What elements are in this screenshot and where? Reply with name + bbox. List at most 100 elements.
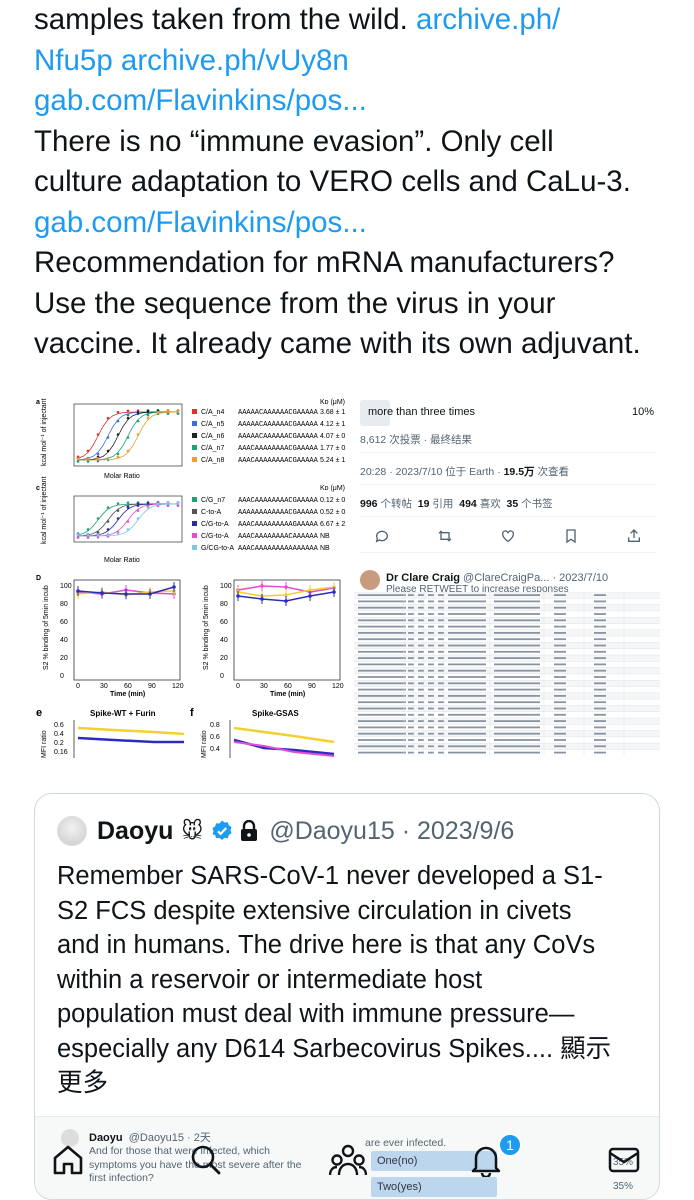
table-cell (428, 688, 434, 691)
like-icon[interactable] (500, 528, 516, 544)
table-cell (594, 751, 606, 754)
x-tick: 0 (76, 683, 80, 690)
table-cell (438, 726, 444, 729)
itc-point (176, 504, 180, 507)
legend-marker (192, 497, 197, 502)
table-cell (594, 732, 606, 735)
table-cell (438, 682, 444, 685)
table-cell (594, 669, 606, 672)
table-cell (408, 676, 414, 678)
archive-link[interactable]: archive.ph/ (416, 3, 560, 36)
table-cell (428, 644, 434, 647)
itc-point (76, 457, 80, 460)
table-cell (594, 594, 606, 596)
poll-option-row: more than three times 10% (360, 400, 660, 426)
media-poll-screenshot[interactable]: more than three times 10% 8,612 次投票 · 最终… (354, 392, 660, 564)
tweet-line-text: samples taken from the wild. (34, 3, 417, 36)
legend-name: C/A_n5 (201, 421, 224, 428)
itc-point (166, 409, 170, 413)
table-cell (554, 657, 566, 659)
table-cell (594, 739, 606, 741)
table-cell (418, 606, 424, 609)
table-cell (428, 638, 434, 641)
table-cell (358, 625, 406, 628)
table-cell (554, 638, 566, 641)
table-cell (428, 676, 434, 678)
table-cell (408, 594, 414, 596)
table-cell (438, 625, 444, 628)
table-cell (428, 701, 434, 704)
nav-messages[interactable] (604, 1140, 644, 1180)
table-cell (358, 726, 406, 729)
table-cell (418, 644, 424, 647)
table-cell (418, 638, 424, 641)
y-tick-f: 0.6 (210, 734, 220, 741)
title-f: Spike-GSAS (252, 709, 299, 718)
reply-icon[interactable] (374, 528, 390, 544)
media-grid[interactable]: a c Molar Ratio Molar Ratio kcal mol⁻¹ o… (34, 392, 660, 758)
table-cell (438, 594, 444, 596)
y-tick: 80 (60, 601, 68, 608)
table-cell (554, 720, 566, 722)
table-cell (594, 644, 606, 647)
table-cell (428, 657, 434, 659)
notification-badge: 1 (498, 1133, 522, 1157)
nav-home[interactable] (48, 1140, 88, 1180)
nav-search[interactable] (186, 1140, 226, 1180)
media-table-screenshot[interactable]: Dr Clare Craig @ClareCraigPa... · 2023/7… (354, 570, 660, 758)
table-cell (448, 701, 486, 704)
table-cell (554, 676, 566, 678)
table-cell (418, 751, 424, 754)
legend-sequence: AAAAACAAAAAACGAAAAA (238, 421, 319, 429)
gab-link[interactable]: gab.com/Flavinkins/pos... (34, 206, 367, 239)
table-cell (438, 644, 444, 647)
share-icon[interactable] (626, 528, 642, 544)
itc-point (126, 501, 130, 505)
table-cell (554, 644, 566, 647)
itc-point (126, 409, 130, 413)
table-cell (438, 632, 444, 634)
table-cell (554, 739, 566, 741)
table-cell (408, 713, 414, 716)
poll-votes: 8,612 次投票 · 最终结果 (360, 434, 473, 446)
table-cell (554, 606, 566, 609)
table-cell (494, 726, 540, 729)
quote-line: 更多 (57, 1069, 109, 1097)
media-binding-figure[interactable]: D S2 % binding of 5min incub S2 % bindin… (34, 570, 346, 758)
table-cell (358, 663, 406, 666)
table-cell (554, 613, 566, 615)
tweet-line: culture adaptation to VERO cells and CaL… (34, 165, 631, 198)
legend-sequence: AAAAACAAAAAACGAAAAA (238, 409, 319, 417)
table-cell (448, 613, 486, 615)
kd-header-c: Kᴅ (μM) (320, 485, 345, 492)
legend-sequence: AAAAACAAAAAACGAAAAA (238, 433, 319, 441)
legend-name: C-to-A (201, 509, 222, 516)
avatar[interactable] (57, 816, 87, 846)
itc-point (136, 502, 140, 505)
legend-marker (192, 509, 197, 514)
nav-communities[interactable] (328, 1140, 368, 1180)
table-cell (494, 613, 540, 615)
archive-link[interactable]: Nfu5p archive.ph/vUy8n (34, 44, 349, 77)
y-tick: 60 (60, 619, 68, 626)
legend-sequence: AAAAAAAAAAAACGAAAAA (238, 509, 319, 517)
table-cell (494, 594, 540, 596)
poll-option-label: more than three times (368, 406, 475, 418)
table-cell (554, 732, 566, 735)
y-tick: 0 (60, 673, 64, 680)
bookmark-icon[interactable] (563, 528, 579, 544)
table-cell (448, 707, 486, 710)
quote-author-name[interactable]: Daoyu (97, 817, 173, 846)
legend-name: G/CG-to-A (201, 545, 234, 552)
table-cell (494, 701, 540, 704)
legend-sequence: AAACAAAAAAAACGAAAAA (238, 457, 319, 465)
ylabel-f: MFI ratio (201, 730, 208, 758)
retweet-icon[interactable] (437, 528, 453, 544)
table-cell (358, 638, 406, 641)
itc-point (146, 409, 150, 413)
itc-point (106, 532, 110, 536)
media-itc-figure[interactable]: a c Molar Ratio Molar Ratio kcal mol⁻¹ o… (34, 392, 346, 564)
table-cell (408, 720, 414, 722)
table-cell (494, 720, 540, 722)
gab-link[interactable]: gab.com/Flavinkins/pos... (34, 84, 367, 117)
